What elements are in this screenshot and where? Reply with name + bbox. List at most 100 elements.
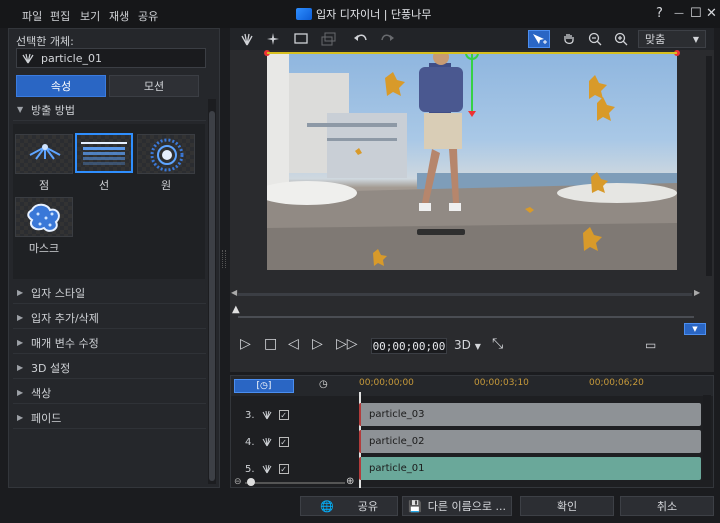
emit-circle-label: 원 (160, 179, 172, 192)
tab-properties[interactable]: 속성 (16, 75, 106, 97)
timeline-seek-bar[interactable] (238, 316, 694, 318)
minimize-button[interactable]: — (674, 8, 684, 19)
tab-motion[interactable]: 모션 (109, 75, 199, 97)
zoom-in-timeline-icon[interactable]: ⊕ (346, 476, 354, 487)
selected-object-value: particle_01 (41, 51, 102, 65)
prev-frame-button[interactable]: ◁ (288, 336, 299, 352)
track-visibility-checkbox[interactable]: ✓ (278, 410, 289, 420)
expand-icon: ▶ (17, 388, 24, 397)
preview-toolbar: 맞춤 ▼ (230, 28, 714, 50)
maximize-button[interactable]: ☐ (690, 6, 702, 21)
clip-particle-02[interactable]: particle_02 (359, 430, 701, 453)
particle-icon (262, 437, 271, 447)
expand-icon: ▶ (17, 363, 24, 372)
scroll-right-icon[interactable]: ▶ (694, 288, 700, 297)
zoom-out-button[interactable] (584, 30, 606, 48)
select-tool-button[interactable] (528, 30, 550, 48)
selected-object-field[interactable]: particle_01 (16, 48, 206, 68)
timecode-display: 00;00;00;00 (371, 338, 447, 354)
timeline-view-toggle[interactable]: [◷] (234, 379, 294, 393)
section-add-delete[interactable]: ▶ 입자 추가/삭제 (13, 307, 206, 329)
skateboarder-scene-image (267, 53, 677, 270)
menu-edit[interactable]: 편집 (50, 8, 70, 24)
zoom-out-timeline-icon[interactable]: ⊖ (234, 477, 242, 487)
next-frame-button[interactable]: ▷ (312, 336, 323, 352)
zoom-select-value: 맞춤 (645, 33, 666, 46)
fast-forward-button[interactable]: ▷▷ (336, 336, 358, 352)
timeline-scrollbar[interactable] (703, 395, 711, 480)
3d-mode-toggle[interactable]: 3D ▼ (454, 338, 481, 352)
scroll-left-icon[interactable]: ◀ (231, 288, 237, 297)
section-fade[interactable]: ▶ 페이드 (13, 407, 206, 429)
close-button[interactable]: ✕ (706, 6, 717, 21)
track-visibility-checkbox[interactable]: ✓ (278, 464, 289, 474)
window-title: 입자 디자이너 | 단풍나무 (296, 6, 431, 22)
title-bar: 파일 편집 보기 재생 공유 입자 디자이너 | 단풍나무 ? — ☐ ✕ (0, 0, 720, 28)
undo-icon (354, 34, 367, 41)
track-number: 5. (245, 463, 255, 475)
particle-icon (22, 53, 34, 64)
help-button[interactable]: ? (656, 6, 663, 21)
redo-button[interactable] (376, 30, 398, 48)
menu-share[interactable]: 공유 (138, 8, 158, 24)
circle-emit-icon (150, 138, 184, 172)
expand-icon: ▶ (17, 313, 24, 322)
add-particle-button[interactable] (236, 30, 258, 48)
zoom-in-button[interactable] (610, 30, 632, 48)
add-layer-button[interactable] (318, 30, 340, 48)
section-params[interactable]: ▶ 매개 변수 수정 (13, 332, 206, 354)
section-emission[interactable]: ▼ 방출 방법 (13, 99, 206, 121)
menu-file[interactable]: 파일 (22, 8, 42, 24)
emitter-line[interactable] (267, 52, 677, 54)
clip-particle-01[interactable]: particle_01 (359, 457, 701, 480)
playhead-marker-icon[interactable]: ▲ (232, 304, 240, 315)
save-as-button[interactable]: 💾 다른 이름으로 ... (402, 496, 512, 516)
share-button[interactable]: 🌐 공유 (300, 496, 398, 516)
clip-particle-03[interactable]: particle_03 (359, 403, 701, 426)
emit-circle-option[interactable] (137, 134, 195, 174)
track-visibility-checkbox[interactable]: ✓ (278, 437, 289, 447)
mask-emit-icon (27, 203, 60, 232)
ok-button[interactable]: 확인 (520, 496, 614, 516)
panel-scroll-thumb[interactable] (209, 111, 215, 481)
emit-mask-option[interactable] (15, 197, 73, 237)
emit-point-option[interactable] (15, 134, 73, 174)
stop-button[interactable]: □ (264, 336, 277, 352)
horizontal-scrollbar[interactable] (238, 293, 692, 296)
pan-tool-button[interactable] (558, 30, 580, 48)
menu-view[interactable]: 보기 (80, 8, 100, 24)
emit-line-label: 선 (98, 179, 110, 192)
safe-area-button[interactable]: ▭ (645, 338, 656, 352)
chevron-down-icon: ▼ (692, 34, 699, 44)
undo-button[interactable] (350, 30, 372, 48)
timeline-zoom-slider[interactable] (245, 482, 345, 484)
emit-mask-label: 마스크 (28, 242, 60, 255)
section-particle-style[interactable]: ▶ 입자 스타일 (13, 282, 206, 304)
app-logo-icon (296, 8, 312, 20)
section-color[interactable]: ▶ 색상 (13, 382, 206, 404)
panel-splitter[interactable] (222, 250, 226, 268)
line-emit-icon (81, 142, 127, 165)
menu-play[interactable]: 재생 (109, 8, 129, 24)
section-color-label: 색상 (31, 386, 52, 400)
section-emission-label: 방출 방법 (31, 103, 75, 117)
particle-icon (262, 464, 271, 474)
zoom-select[interactable]: 맞춤 ▼ (638, 30, 706, 48)
preview-vertical-scrollbar[interactable] (706, 56, 712, 276)
video-preview[interactable] (267, 53, 677, 270)
3d-mode-label: 3D (454, 338, 471, 352)
timeline-zoom-thumb[interactable] (247, 478, 255, 486)
fullscreen-button[interactable]: ⤡ (492, 336, 503, 352)
select-move-icon (533, 34, 547, 44)
play-button[interactable]: ▷ (240, 336, 251, 352)
timeline-time-1: 00;00;03;10 (474, 378, 529, 388)
section-3d-settings[interactable]: ▶ 3D 설정 (13, 357, 206, 379)
add-frame-button[interactable] (290, 30, 312, 48)
keyframe-clock-icon[interactable]: ◷ (319, 379, 328, 390)
timeline-time-2: 00;00;06;20 (589, 378, 644, 388)
timeline-header: [◷] ◷ 00;00;00;00 00;00;03;10 00;00;06;2… (231, 376, 713, 396)
add-image-particle-button[interactable] (262, 30, 284, 48)
cancel-button[interactable]: 취소 (620, 496, 714, 516)
emit-line-option[interactable] (75, 133, 133, 173)
particle-icon (262, 410, 271, 420)
